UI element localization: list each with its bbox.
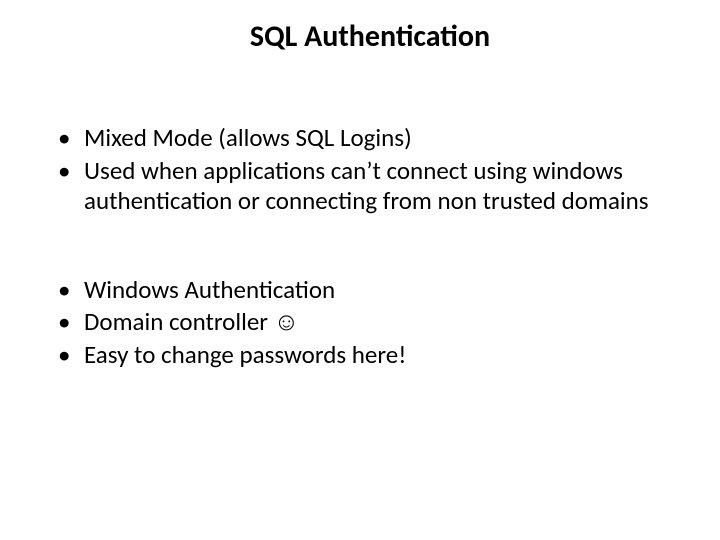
list-item: Used when applications can’t connect usi… (50, 156, 660, 217)
list-item: Domain controller ☺ (50, 307, 660, 338)
bullet-group-2: Windows Authentication Domain controller… (50, 275, 660, 371)
list-item: Easy to change passwords here! (50, 340, 660, 371)
list-item: Windows Authentication (50, 275, 660, 306)
slide-title: SQL Authentication (50, 18, 660, 55)
list-item: Mixed Mode (allows SQL Logins) (50, 123, 660, 154)
bullet-group-1: Mixed Mode (allows SQL Logins) Used when… (50, 123, 660, 217)
